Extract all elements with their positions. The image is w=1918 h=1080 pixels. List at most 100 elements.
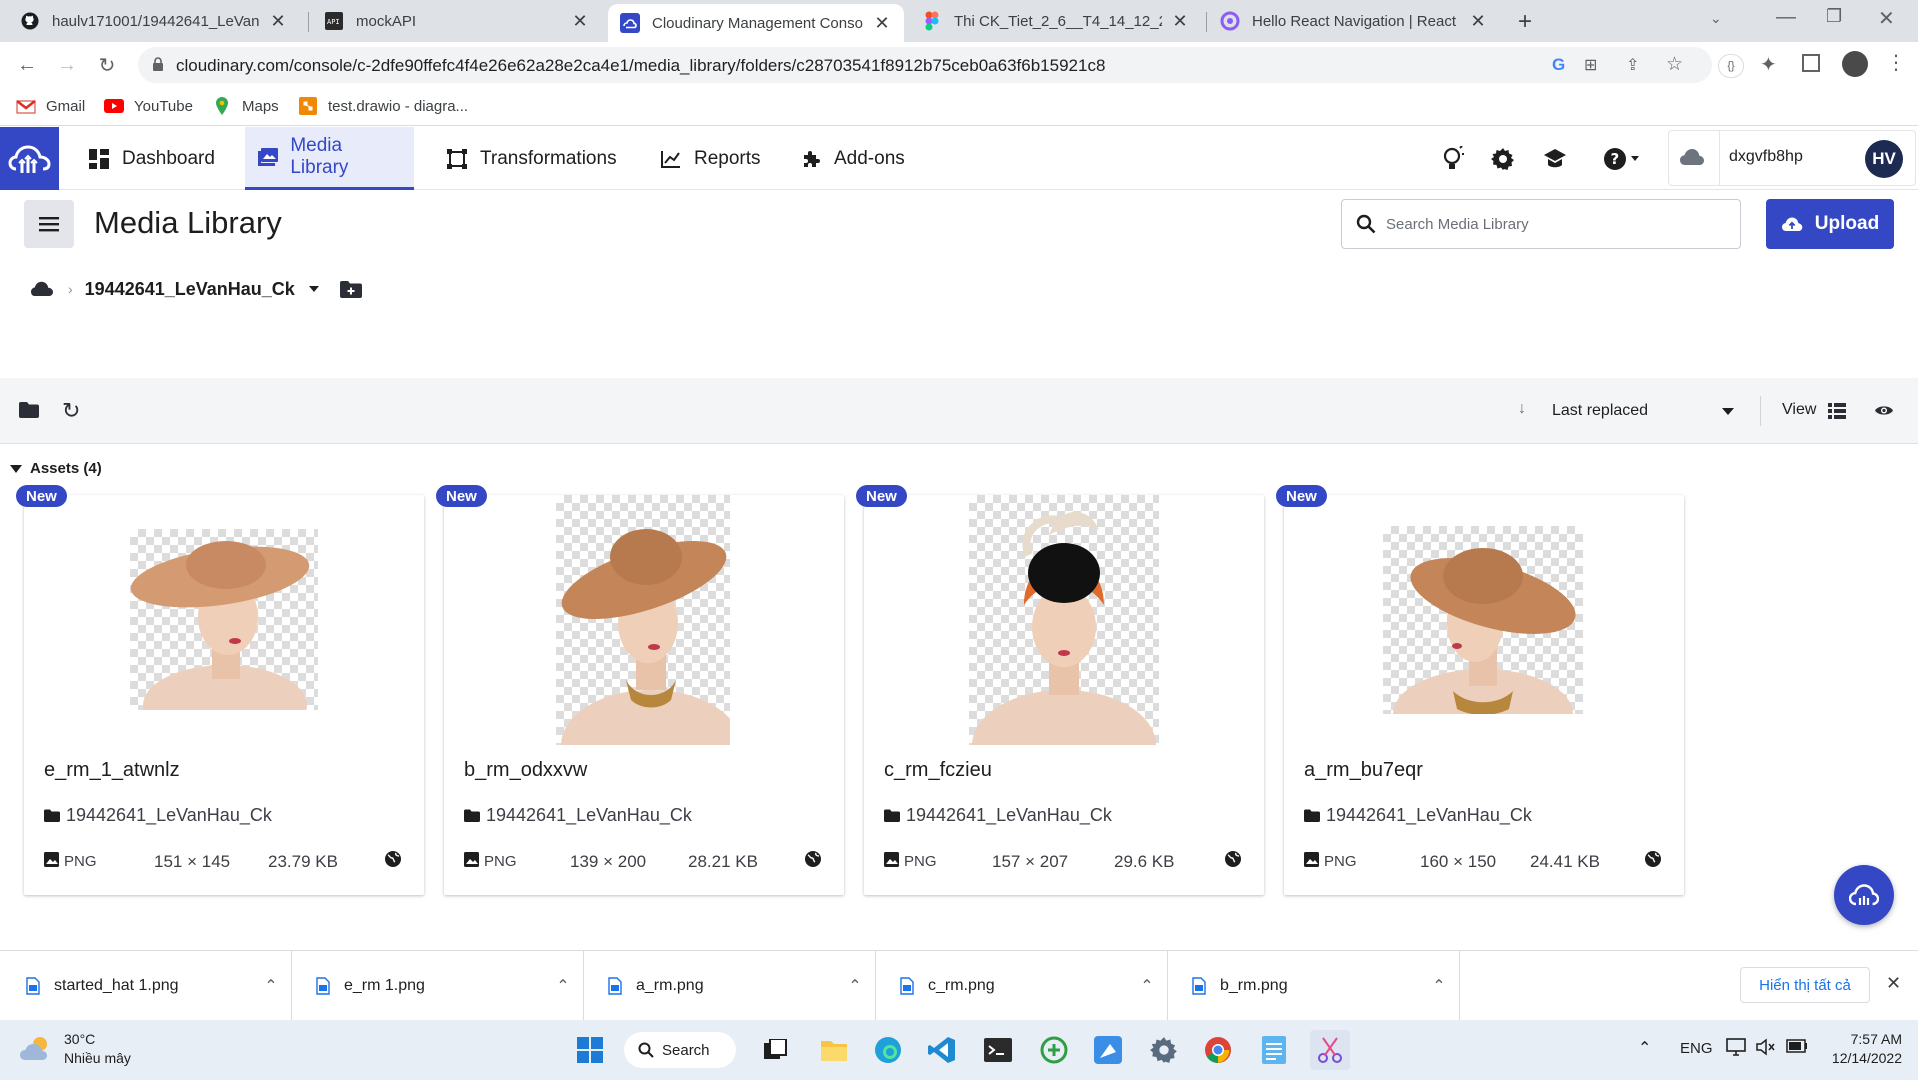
upload-button[interactable]: Upload — [1766, 199, 1894, 249]
search-input[interactable] — [1386, 212, 1726, 236]
taskbar-search-button[interactable]: Search — [624, 1032, 736, 1068]
back-arrow-icon[interactable]: ← — [12, 50, 42, 80]
show-all-downloads-button[interactable]: Hiển thị tất cả — [1740, 967, 1870, 1003]
asset-card[interactable]: New e_rm_1_atwnlz 19442641_LeVanHau_Ck P… — [16, 485, 424, 895]
asset-thumbnail[interactable] — [1383, 526, 1583, 714]
clock-time[interactable]: 7:57 AM — [1834, 1031, 1902, 1047]
extensions-puzzle-icon[interactable]: ✦ — [1760, 52, 1777, 77]
settings-app-icon[interactable] — [1144, 1030, 1184, 1070]
caret-down-icon[interactable] — [308, 286, 319, 292]
tab-cloudinary[interactable]: Cloudinary Management Console ✕ — [608, 4, 904, 42]
sort-caret-down-icon[interactable] — [1722, 408, 1734, 415]
bookmark-gmail[interactable]: Gmail — [16, 96, 85, 116]
nav-transformations[interactable]: Transformations — [434, 127, 629, 190]
download-item[interactable]: b_rm.png ⌃ — [1168, 951, 1460, 1021]
sidepanel-icon[interactable] — [1802, 54, 1820, 72]
avatar[interactable]: HV — [1865, 140, 1903, 178]
battery-icon[interactable] — [1786, 1039, 1808, 1053]
chevron-up-icon[interactable]: ⌃ — [251, 976, 291, 996]
asset-thumbnail[interactable] — [130, 529, 318, 710]
academy-hat-icon[interactable] — [1540, 144, 1570, 174]
tab-github[interactable]: haulv171001/19442641_LeVanHa ✕ — [8, 0, 300, 42]
asset-card[interactable]: New b_rm_odxxvw 19442641_LeVanHau_Ck PNG… — [436, 485, 844, 895]
extension-json-icon[interactable]: {} — [1718, 54, 1744, 78]
cloudinary-logo[interactable] — [0, 127, 59, 190]
edge-icon[interactable] — [868, 1030, 908, 1070]
asset-card[interactable]: New a_rm_bu7eqr 19442641_LeVanHau_Ck PNG… — [1276, 485, 1684, 895]
close-icon[interactable]: ✕ — [268, 11, 288, 31]
assets-section-toggle[interactable]: Assets (4) — [10, 460, 102, 477]
download-item[interactable]: started_hat 1.png ⌃ — [0, 951, 292, 1021]
close-icon[interactable]: ✕ — [1170, 11, 1190, 31]
translate-icon[interactable]: ⊞ — [1584, 55, 1597, 75]
new-tab-plus-icon[interactable]: + — [1518, 8, 1532, 36]
globe-public-icon[interactable] — [804, 850, 822, 868]
task-view-icon[interactable] — [756, 1030, 796, 1070]
new-folder-icon[interactable] — [339, 280, 363, 299]
asset-folder[interactable]: 19442641_LeVanHau_Ck — [464, 805, 692, 826]
tab-figma[interactable]: Thi CK_Tiet_2_6__T4_14_12_22 – F ✕ — [910, 0, 1202, 42]
folder-tree-icon[interactable] — [18, 401, 40, 419]
tab-mockapi[interactable]: API mockAPI ✕ — [312, 0, 602, 42]
asset-folder[interactable]: 19442641_LeVanHau_Ck — [884, 805, 1112, 826]
lightbulb-icon[interactable] — [1438, 144, 1468, 174]
windows-start-icon[interactable] — [570, 1030, 610, 1070]
asset-name[interactable]: a_rm_bu7eqr — [1304, 759, 1423, 782]
search-box[interactable] — [1341, 199, 1741, 249]
asset-name[interactable]: b_rm_odxxvw — [464, 759, 587, 782]
kebab-menu-icon[interactable]: ⋮ — [1886, 50, 1906, 75]
share-icon[interactable]: ⇪ — [1626, 55, 1639, 75]
refresh-icon[interactable]: ↻ — [62, 398, 80, 424]
close-icon[interactable]: ✕ — [570, 11, 590, 31]
close-shelf-icon[interactable]: ✕ — [1886, 973, 1901, 994]
notepad-icon[interactable] — [1254, 1030, 1294, 1070]
terminal-icon[interactable] — [978, 1030, 1018, 1070]
tab-search-chevron-icon[interactable]: ⌄ — [1710, 10, 1722, 27]
minimize-icon[interactable]: — — [1776, 6, 1796, 29]
tray-chevron-up-icon[interactable]: ⌃ — [1638, 1038, 1651, 1058]
download-item[interactable]: c_rm.png ⌃ — [876, 951, 1168, 1021]
network-display-icon[interactable] — [1726, 1038, 1746, 1056]
paint-app-icon[interactable] — [1088, 1030, 1128, 1070]
chrome-icon[interactable] — [1198, 1030, 1238, 1070]
list-view-icon[interactable] — [1828, 403, 1846, 419]
vscode-icon[interactable] — [922, 1030, 962, 1070]
globe-public-icon[interactable] — [1644, 850, 1662, 868]
address-bar[interactable]: cloudinary.com/console/c-2dfe90ffefc4f4e… — [138, 47, 1712, 83]
bookmark-drawio[interactable]: test.drawio - diagra... — [298, 96, 468, 116]
asset-name[interactable]: e_rm_1_atwnlz — [44, 759, 180, 782]
asset-thumbnail[interactable] — [969, 495, 1159, 745]
breadcrumb-folder[interactable]: 19442641_LeVanHau_Ck — [85, 279, 295, 300]
restore-icon[interactable]: ❐ — [1826, 6, 1842, 27]
sort-direction-arrow-icon[interactable]: ↓ — [1518, 400, 1526, 418]
asset-thumbnail[interactable] — [556, 495, 730, 745]
chevron-up-icon[interactable]: ⌃ — [543, 976, 583, 996]
asset-name[interactable]: c_rm_fczieu — [884, 759, 992, 782]
asset-folder[interactable]: 19442641_LeVanHau_Ck — [1304, 805, 1532, 826]
eye-icon[interactable] — [1874, 404, 1894, 417]
snipping-tool-icon[interactable] — [1310, 1030, 1350, 1070]
account-switcher[interactable]: dxgvfb8hp HV — [1668, 130, 1916, 186]
weather-icon[interactable] — [18, 1034, 54, 1062]
asset-card[interactable]: New c_rm_fczieu 19442641_LeVanHau_Ck PNG… — [856, 485, 1264, 895]
window-close-icon[interactable]: ✕ — [1878, 6, 1895, 31]
network-app-icon[interactable] — [1034, 1030, 1074, 1070]
nav-addons[interactable]: Add-ons — [788, 127, 917, 190]
download-item[interactable]: e_rm 1.png ⌃ — [292, 951, 584, 1021]
clock-date[interactable]: 12/14/2022 — [1818, 1050, 1902, 1066]
root-cloud-icon[interactable] — [30, 280, 54, 298]
chevron-up-icon[interactable]: ⌃ — [1127, 976, 1167, 996]
nav-dashboard[interactable]: Dashboard — [74, 127, 229, 190]
nav-media-library[interactable]: Media Library — [245, 127, 414, 190]
file-explorer-icon[interactable] — [814, 1030, 854, 1070]
speaker-muted-icon[interactable] — [1756, 1038, 1776, 1056]
google-icon[interactable]: G — [1552, 55, 1565, 75]
view-label[interactable]: View — [1782, 401, 1816, 419]
globe-public-icon[interactable] — [1224, 850, 1242, 868]
close-icon[interactable]: ✕ — [1468, 11, 1488, 31]
floating-upload-widget-button[interactable] — [1834, 865, 1894, 925]
bookmark-star-icon[interactable]: ☆ — [1666, 53, 1683, 76]
globe-public-icon[interactable] — [384, 850, 402, 868]
help-icon[interactable]: ? — [1602, 144, 1642, 174]
input-language[interactable]: ENG — [1680, 1040, 1713, 1057]
